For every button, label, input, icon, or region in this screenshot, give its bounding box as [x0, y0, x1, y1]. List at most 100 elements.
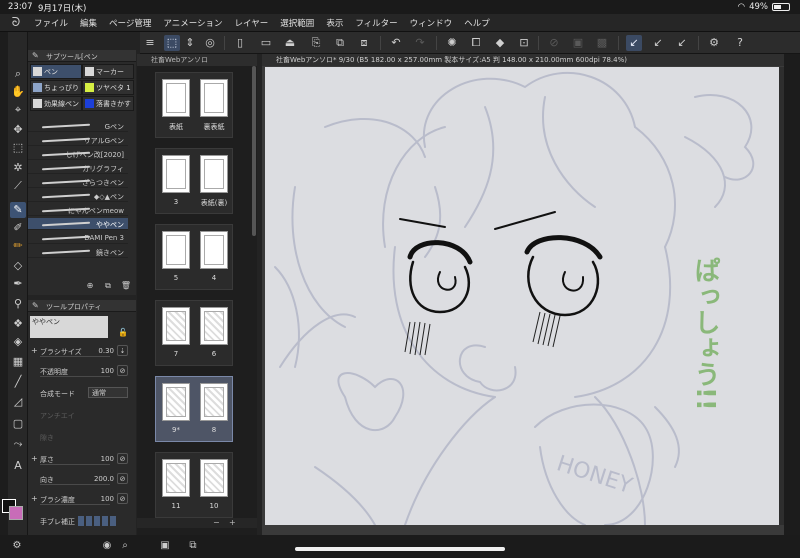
correct-line-icon[interactable]: ⤳: [10, 436, 26, 452]
page-spread[interactable]: 3 表紙(裏): [155, 148, 233, 214]
blend-mode-row[interactable]: 合成モード 通常: [28, 386, 136, 400]
brush-snap-icon[interactable]: ↙: [650, 35, 666, 51]
brush-item[interactable]: DAMI Pen 3: [28, 232, 128, 244]
decoration-icon[interactable]: ❖: [10, 316, 26, 332]
subtool-tab[interactable]: マーカー: [82, 64, 134, 79]
text-tool-icon[interactable]: A: [10, 458, 26, 474]
eraser-tool-icon[interactable]: ◇: [10, 258, 26, 274]
opacity-row[interactable]: 不透明度 100 ⊘: [28, 364, 136, 378]
thickness-row[interactable]: + 厚さ 100 ⊘: [28, 452, 136, 466]
search-icon[interactable]: ⌕: [118, 539, 132, 553]
menu-help[interactable]: ヘルプ: [464, 17, 490, 29]
object-tool-icon[interactable]: ⌖: [10, 102, 26, 118]
page-scrollbar[interactable]: [252, 66, 256, 236]
page-spread[interactable]: 9* 8: [155, 376, 233, 442]
page-spread[interactable]: 76: [155, 300, 233, 366]
delete-subtool-icon[interactable]: 🗑: [120, 281, 132, 291]
brush-item[interactable]: 鏡きペン: [28, 246, 128, 258]
app-logo-icon[interactable]: ᘐ: [6, 15, 26, 31]
menu-page[interactable]: ページ管理: [109, 17, 151, 29]
swap-icon[interactable]: ⇕: [182, 35, 198, 51]
pencil-tool-icon[interactable]: ✐: [10, 220, 26, 236]
transform-icon[interactable]: ⊡: [516, 35, 532, 51]
redo-icon[interactable]: ↷: [412, 35, 428, 51]
hamburger-menu-icon[interactable]: ≡: [142, 35, 158, 51]
loading-icon[interactable]: ✺: [444, 35, 460, 51]
subtool-tab[interactable]: 効果線ペン: [30, 96, 82, 111]
fill-tool-icon[interactable]: ◈: [10, 334, 26, 350]
open-folder-icon[interactable]: ▭: [258, 35, 274, 51]
copy-subtool-icon[interactable]: ⧉: [102, 281, 114, 291]
undo-icon[interactable]: ↶: [388, 35, 404, 51]
settings-icon[interactable]: ⚙: [706, 35, 722, 51]
menu-edit[interactable]: 編集: [80, 17, 97, 29]
deselect-icon[interactable]: ⊘: [546, 35, 562, 51]
quick-access-icon[interactable]: ◉: [100, 539, 114, 553]
brush-item[interactable]: ややペン: [28, 218, 128, 230]
move-tool-icon[interactable]: ✥: [10, 122, 26, 138]
fill-icon[interactable]: ◆: [492, 35, 508, 51]
crop-icon[interactable]: ▣: [570, 35, 586, 51]
brush-tool-icon[interactable]: ✏: [10, 238, 26, 254]
brush-item[interactable]: リアルGペン: [28, 134, 128, 146]
drawing-canvas[interactable]: HONEY ぱっしょう!!: [265, 67, 779, 525]
menu-layer[interactable]: レイヤー: [235, 17, 269, 29]
brush-item[interactable]: カリグラフィ: [28, 162, 128, 174]
direction-row[interactable]: 向き 200.0 ⊘: [28, 472, 136, 486]
color-swatches[interactable]: [0, 495, 28, 535]
page-spread[interactable]: 54: [155, 224, 233, 290]
brush-item[interactable]: にゃんペンmeow: [28, 204, 128, 216]
subtool-tab[interactable]: ツヤベタ 1: [82, 80, 134, 95]
brush-item[interactable]: Gペン: [28, 120, 128, 132]
subtool-tab[interactable]: ちょっぴり: [30, 80, 82, 95]
save-icon[interactable]: ⏏: [282, 35, 298, 51]
menu-file[interactable]: ファイル: [34, 17, 68, 29]
airbrush-icon[interactable]: ⚲: [10, 296, 26, 312]
figure-tool-icon[interactable]: ╱: [10, 374, 26, 390]
frame-tool-icon[interactable]: ◿: [10, 394, 26, 410]
page-zoom-bar[interactable]: − +: [137, 518, 257, 528]
pen-snap-icon[interactable]: ↙: [626, 35, 642, 51]
hand-tool-icon[interactable]: ✋: [10, 84, 26, 100]
canvas-tab[interactable]: 社畜Webアンソロ* 9/30 (B5 182.00 x 257.00mm 製本…: [262, 54, 784, 66]
batch-export-icon[interactable]: ⧈: [356, 35, 372, 51]
eyedropper-icon[interactable]: ⟋: [10, 178, 26, 194]
density-row[interactable]: + ブラシ濃度 100 ⊘: [28, 492, 136, 506]
menu-view[interactable]: 表示: [326, 17, 343, 29]
add-subtool-icon[interactable]: ⊕: [84, 281, 96, 291]
preview-icon[interactable]: ◎: [202, 35, 218, 51]
clear-icon[interactable]: ⧠: [468, 35, 484, 51]
subtool-tab[interactable]: ペン: [30, 64, 82, 79]
stabilization-row[interactable]: 手ブレ補正: [28, 514, 136, 528]
balloon-tool-icon[interactable]: ▢: [10, 416, 26, 432]
page-view-icon[interactable]: ▣: [158, 539, 172, 553]
blend-tool-icon[interactable]: ✒: [10, 276, 26, 292]
page-export-icon[interactable]: ⧉: [332, 35, 348, 51]
ruler-snap-icon[interactable]: ↙: [674, 35, 690, 51]
export-icon[interactable]: ⎘: [308, 35, 324, 51]
auto-select-icon[interactable]: ✲: [10, 160, 26, 176]
gradient-tool-icon[interactable]: ▦: [10, 354, 26, 370]
zoom-tool-icon[interactable]: ⌕: [10, 66, 26, 82]
menu-selection[interactable]: 選択範囲: [280, 17, 314, 29]
mask-icon[interactable]: ▩: [594, 35, 610, 51]
layer-view-icon[interactable]: ⧉: [186, 539, 200, 553]
pen-tool-icon[interactable]: ✎: [10, 202, 26, 218]
new-file-icon[interactable]: ▯: [232, 35, 248, 51]
brush-item[interactable]: しげペン改[2020]: [28, 148, 128, 160]
page-spread[interactable]: 11 10: [155, 452, 233, 518]
menu-filter[interactable]: フィルター: [355, 17, 397, 29]
lock-icon[interactable]: 🔓: [118, 328, 128, 337]
menu-window[interactable]: ウィンドウ: [410, 17, 453, 29]
canvas-edit-icon[interactable]: ⬚: [164, 35, 180, 51]
help-icon[interactable]: ?: [732, 35, 748, 51]
home-indicator[interactable]: [295, 547, 505, 551]
brush-item[interactable]: ◆◇▲ペン: [28, 190, 128, 202]
page-spread[interactable]: 表紙 裏表紙: [155, 72, 233, 138]
menu-animation[interactable]: アニメーション: [163, 17, 222, 29]
subtool-tab[interactable]: 落書きかす: [82, 96, 134, 111]
brush-size-row[interactable]: + ブラシサイズ 0.30 ⇣: [28, 344, 136, 358]
brush-item[interactable]: ざらつきペン: [28, 176, 128, 188]
settings-gear-icon[interactable]: ⚙: [10, 539, 24, 553]
sub-color[interactable]: [9, 506, 23, 520]
